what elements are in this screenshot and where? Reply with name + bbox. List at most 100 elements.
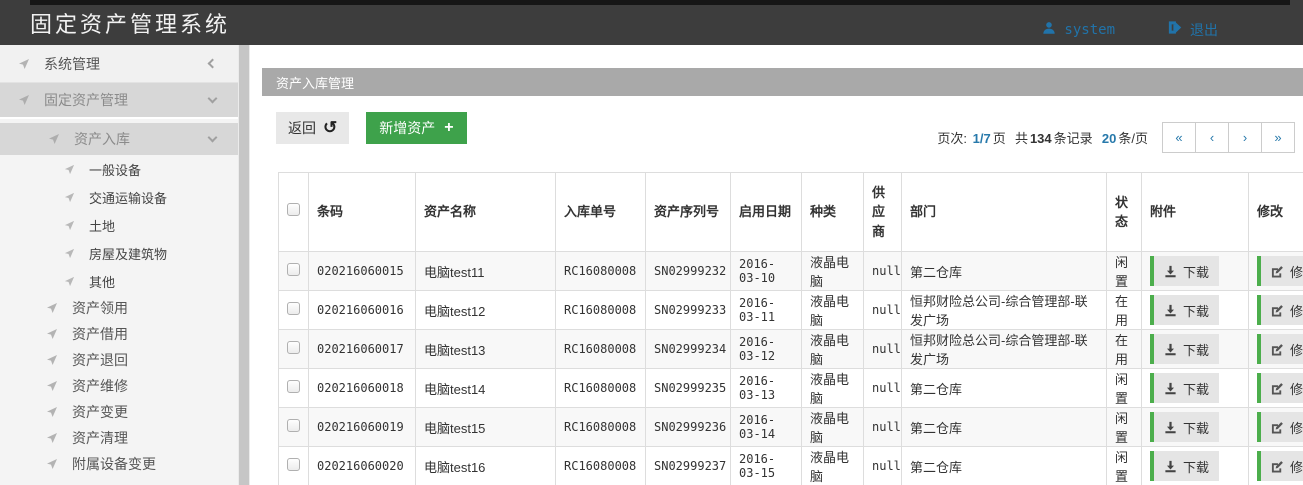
total-prefix: 共 — [1015, 131, 1028, 146]
edit-label: 修改 — [1290, 340, 1303, 359]
sidebar-item-accessory-change[interactable]: 附属设备变更 — [0, 451, 238, 477]
cell-category: 液晶电脑 — [802, 252, 864, 291]
checkbox-cell — [279, 330, 309, 369]
sidebar-item-asset-return[interactable]: 资产退回 — [0, 347, 238, 373]
cell-serial-no: SN02999232 — [646, 252, 731, 291]
cell-asset-name: 电脑test11 — [416, 252, 556, 291]
cell-order-no: RC16080008 — [556, 447, 646, 485]
cell-edit: 修改 — [1249, 291, 1303, 330]
nav-arrow-icon — [46, 406, 58, 418]
nav-arrow-icon — [46, 380, 58, 392]
edit-button[interactable]: 修改 — [1257, 256, 1303, 286]
select-all-checkbox[interactable] — [287, 203, 300, 216]
edit-button[interactable]: 修改 — [1257, 373, 1303, 403]
cell-department: 第二仓库 — [902, 447, 1107, 485]
download-button[interactable]: 下载 — [1150, 256, 1219, 286]
cell-status: 闲置 — [1107, 447, 1142, 485]
row-checkbox[interactable] — [287, 458, 300, 471]
sidebar-item-fixed-asset-management[interactable]: 固定资产管理 — [0, 83, 238, 119]
sidebar-item-transport-equipment[interactable]: 交通运输设备 — [0, 183, 238, 211]
cell-attachment: 下载 — [1142, 369, 1249, 408]
per-page-count: 20 — [1102, 131, 1116, 146]
row-checkbox[interactable] — [287, 380, 300, 393]
cell-serial-no: SN02999237 — [646, 447, 731, 485]
add-asset-button[interactable]: 新增资产 + — [366, 112, 466, 144]
select-all-cell — [279, 173, 309, 252]
col-header-barcode: 条码 — [309, 173, 416, 252]
sidebar-item-asset-cleanup[interactable]: 资产清理 — [0, 425, 238, 451]
edit-label: 修改 — [1290, 457, 1303, 476]
cell-start-date: 2016-03-14 — [731, 408, 802, 447]
sidebar-item-asset-borrow[interactable]: 资产借用 — [0, 321, 238, 347]
nav-arrow-icon — [46, 458, 58, 470]
row-checkbox[interactable] — [287, 302, 300, 315]
checkbox-cell — [279, 291, 309, 330]
sidebar-item-general-equipment[interactable]: 一般设备 — [0, 155, 238, 183]
nav-arrow-icon — [18, 58, 30, 70]
logout-button[interactable]: 退出 — [1167, 20, 1218, 40]
logout-label: 退出 — [1190, 20, 1218, 40]
back-button[interactable]: 返回 ↺ — [276, 112, 349, 144]
sidebar-item-label: 系统管理 — [44, 54, 100, 74]
edit-icon — [1271, 382, 1284, 395]
cell-supplier: null — [864, 252, 902, 291]
checkbox-cell — [279, 369, 309, 408]
first-page-button[interactable]: « — [1162, 122, 1196, 153]
prev-page-button[interactable]: ‹ — [1195, 122, 1229, 153]
nav-arrow-icon — [64, 220, 75, 231]
nav-arrow-icon — [64, 164, 75, 175]
sidebar-item-label: 资产借用 — [72, 324, 128, 344]
download-icon — [1164, 421, 1177, 434]
window-top-edge — [30, 0, 1290, 5]
download-button[interactable]: 下载 — [1150, 295, 1219, 325]
row-checkbox[interactable] — [287, 341, 300, 354]
cell-edit: 修改 — [1249, 369, 1303, 408]
pagination-info: 页次: 1/7页 共134条记录 20条/页 — [936, 128, 1149, 147]
download-button[interactable]: 下载 — [1150, 451, 1219, 481]
download-button[interactable]: 下载 — [1150, 334, 1219, 364]
nav-arrow-icon — [46, 354, 58, 366]
download-icon — [1164, 343, 1177, 356]
row-checkbox[interactable] — [287, 419, 300, 432]
scrollbar-thumb[interactable] — [239, 45, 249, 485]
sidebar-item-buildings[interactable]: 房屋及建筑物 — [0, 239, 238, 267]
edit-button[interactable]: 修改 — [1257, 295, 1303, 325]
edit-icon — [1271, 460, 1284, 473]
download-icon — [1164, 265, 1177, 278]
user-menu[interactable]: system — [1042, 21, 1115, 39]
edit-button[interactable]: 修改 — [1257, 334, 1303, 364]
cell-barcode: 020216060017 — [309, 330, 416, 369]
last-page-button[interactable]: » — [1261, 122, 1295, 153]
edit-label: 修改 — [1290, 418, 1303, 437]
download-icon — [1164, 460, 1177, 473]
next-page-button[interactable]: › — [1228, 122, 1262, 153]
main-content: 资产入库管理 返回 ↺ 新增资产 + 页次: 1/7页 共134条记录 20条/… — [262, 45, 1303, 485]
download-button[interactable]: 下载 — [1150, 373, 1219, 403]
sidebar-item-asset-inbound[interactable]: 资产入库 — [0, 123, 238, 155]
chevron-left-icon — [208, 59, 218, 69]
sidebar-item-system-management[interactable]: 系统管理 — [0, 45, 238, 83]
sidebar-item-asset-repair[interactable]: 资产维修 — [0, 373, 238, 399]
sidebar-item-asset-change[interactable]: 资产变更 — [0, 399, 238, 425]
download-button[interactable]: 下载 — [1150, 412, 1219, 442]
sidebar-item-other[interactable]: 其他 — [0, 267, 238, 295]
pagination-buttons: « ‹ › » — [1163, 122, 1295, 153]
cell-serial-no: SN02999235 — [646, 369, 731, 408]
col-header-attachment: 附件 — [1142, 173, 1249, 252]
sidebar-scrollbar[interactable] — [238, 45, 250, 485]
download-label: 下载 — [1183, 457, 1209, 476]
cell-supplier: null — [864, 408, 902, 447]
cell-attachment: 下载 — [1142, 408, 1249, 447]
sidebar-item-land[interactable]: 土地 — [0, 211, 238, 239]
edit-button[interactable]: 修改 — [1257, 451, 1303, 481]
sidebar-item-label: 一般设备 — [89, 160, 141, 179]
row-checkbox[interactable] — [287, 263, 300, 276]
assets-table: 条码 资产名称 入库单号 资产序列号 启用日期 种类 供应商 部门 状态 附件 … — [278, 172, 1303, 485]
cell-category: 液晶电脑 — [802, 447, 864, 485]
download-label: 下载 — [1183, 379, 1209, 398]
cell-category: 液晶电脑 — [802, 330, 864, 369]
nav-arrow-icon — [46, 302, 58, 314]
sidebar-item-asset-requisition[interactable]: 资产领用 — [0, 295, 238, 321]
cell-asset-name: 电脑test16 — [416, 447, 556, 485]
edit-button[interactable]: 修改 — [1257, 412, 1303, 442]
